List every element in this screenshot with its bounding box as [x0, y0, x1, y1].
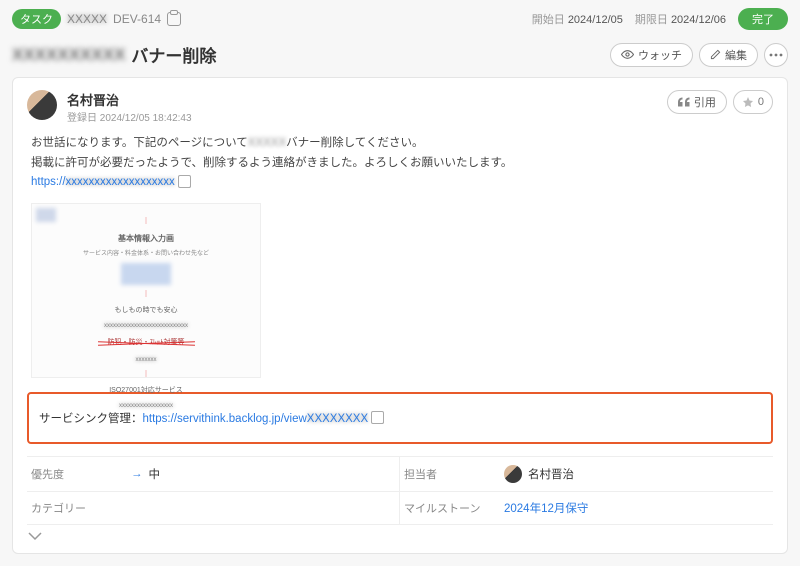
eye-icon [621, 48, 634, 61]
assignee-value[interactable]: 名村晋治 [528, 466, 574, 482]
field-priority: 優先度 → 中 [27, 457, 400, 492]
comment-link-blur: xxxxxxxxxxxxxxxxxxx [66, 176, 175, 188]
comment-blur1: XXXXX [248, 137, 286, 149]
comment-line2: 掲載に許可が必要だったようで、削除するよう連絡がきました。よろしくお願いいたしま… [31, 154, 773, 174]
field-assignee: 担当者 名村晋治 [400, 457, 773, 492]
priority-value: 中 [149, 466, 161, 482]
highlight-blur: XXXXXXXX [307, 413, 368, 425]
due-date-label: 期限日 [635, 14, 668, 26]
title-prefix-blur: XXXXXXXXXX [12, 45, 125, 65]
priority-arrow-icon: → [131, 468, 143, 480]
fields-grid: 優先度 → 中 担当者 名村晋治 カテゴリー マイルストーン 2024年12月保… [27, 456, 773, 525]
highlight-link[interactable]: https://servithink.backlog.jp/view [143, 413, 307, 425]
priority-label: 優先度 [31, 466, 121, 482]
author-name[interactable]: 名村晋治 [67, 90, 192, 109]
star-badge[interactable]: 0 [733, 90, 773, 114]
issue-card: 名村晋治 登録日 2024/12/05 18:42:43 引用 0 お世話になり… [12, 77, 788, 554]
att-sub1: もしもの時でも安心 [40, 305, 252, 317]
copy-icon-2[interactable] [373, 413, 384, 424]
watch-label: ウォッチ [638, 47, 682, 63]
start-date-label: 開始日 [532, 14, 565, 26]
star-icon [742, 96, 754, 108]
due-date: 2024/12/06 [671, 14, 726, 26]
expand-toggle[interactable] [27, 531, 773, 541]
milestone-value[interactable]: 2024年12月保守 [504, 500, 588, 516]
avatar[interactable] [27, 90, 57, 120]
att-strike: 防犯・防災・ｽﾚｯﾄ対策等 [102, 335, 191, 351]
att-tiny1: サービス内容・料金体系・お問い合わせ先など [40, 249, 252, 259]
att-sub2: ISO27001対応サービス [40, 385, 252, 397]
page-title: バナー削除 [131, 42, 216, 67]
chevron-down-icon [27, 531, 43, 541]
highlight-box: サービシンク管理：https://servithink.backlog.jp/v… [27, 392, 773, 444]
att-blur4: xxxxxxxxxxxxxxxxxx [40, 401, 252, 411]
dots-icon [769, 53, 783, 57]
att-blur3: xxxxxxx [40, 355, 252, 365]
comment-line1a: お世話になります。下記のページについて [31, 137, 248, 149]
category-label: カテゴリー [31, 500, 121, 516]
field-category: カテゴリー [27, 492, 400, 525]
assignee-label: 担当者 [404, 466, 494, 482]
comment-link[interactable]: https:// [31, 176, 66, 188]
milestone-label: マイルストーン [404, 500, 494, 516]
registered-at: 登録日 2024/12/05 18:42:43 [67, 109, 192, 124]
title-row: XXXXXXXXXX バナー削除 ウォッチ 編集 [12, 38, 788, 77]
status-badge: 完了 [738, 8, 788, 30]
attachment-thumbnail[interactable]: ｜ 基本情報入力画 サービス内容・料金体系・お問い合わせ先など ｜ もしもの時で… [31, 203, 261, 378]
att-blur2: xxxxxxxxxxxxxxxxxxxxxxxxxxxx [40, 321, 252, 331]
edit-button[interactable]: 編集 [699, 43, 758, 67]
task-key[interactable]: DEV-614 [113, 12, 161, 26]
assignee-avatar [504, 465, 522, 483]
copy-icon[interactable] [180, 177, 191, 188]
star-count: 0 [758, 96, 764, 108]
att-blur1 [121, 263, 171, 285]
header-top: タスク XXXXX DEV-614 開始日 2024/12/05 期限日 202… [12, 0, 788, 38]
watch-button[interactable]: ウォッチ [610, 43, 693, 67]
quote-icon [678, 97, 690, 107]
start-date: 2024/12/05 [568, 14, 623, 26]
quote-label: 引用 [694, 94, 716, 110]
comment-body: お世話になります。下記のページについてXXXXXバナー削除してください。 掲載に… [27, 134, 773, 378]
pencil-icon [710, 49, 721, 60]
field-milestone: マイルストーン 2024年12月保守 [400, 492, 773, 525]
comment-line1b: バナー削除してください。 [286, 137, 423, 149]
edit-label: 編集 [725, 47, 747, 63]
more-button[interactable] [764, 43, 788, 67]
clipboard-icon[interactable] [167, 12, 181, 26]
task-prefix-blur: XXXXX [67, 12, 107, 26]
att-heading: 基本情報入力画 [40, 232, 252, 246]
task-badge: タスク [12, 9, 61, 29]
highlight-label: サービシンク管理： [39, 413, 143, 425]
quote-button[interactable]: 引用 [667, 90, 727, 114]
